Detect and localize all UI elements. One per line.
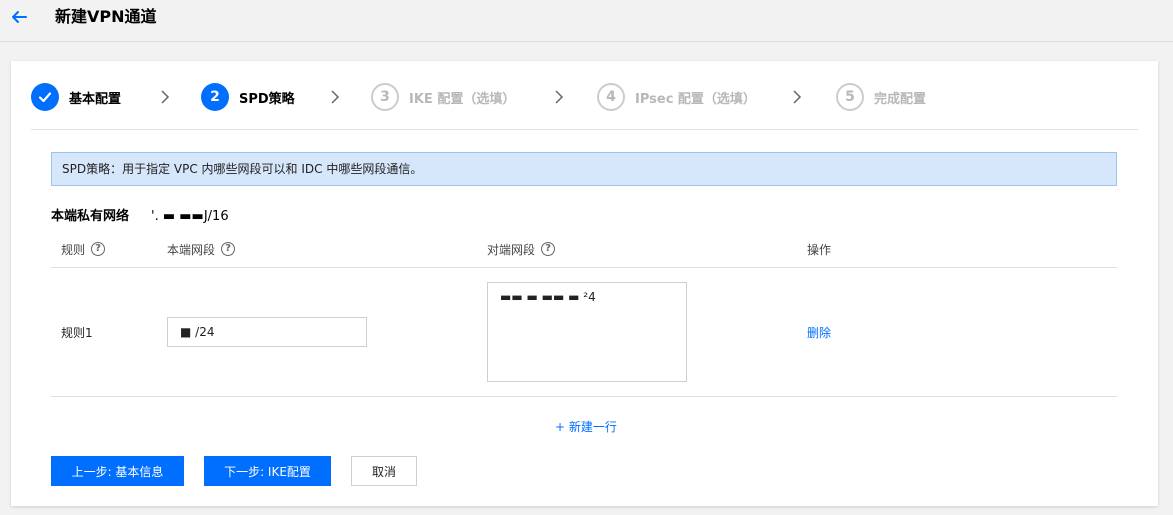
local-vpc-label: 本端私有网络 <box>51 209 130 224</box>
local-cidr-input[interactable]: ■ /24 <box>167 317 367 347</box>
next-step-button[interactable]: 下一步: IKE配置 <box>204 456 331 486</box>
local-vpc-row: 本端私有网络 '. ▬ ▬▬J/16 <box>51 208 229 226</box>
header-remote-label: 对端网段 <box>487 242 536 257</box>
back-arrow-icon[interactable] <box>10 8 28 26</box>
chevron-right-icon <box>161 90 170 104</box>
help-icon[interactable]: ? <box>91 242 106 256</box>
table-header: 规则 ? 本端网段 ? 对端网段 ? 操作 <box>51 237 1117 268</box>
page-title: 新建VPN通道 <box>55 7 157 26</box>
header-action: 操作 <box>807 239 831 259</box>
local-vpc-value: '. ▬ ▬▬J/16 <box>151 209 229 224</box>
header-local-label: 本端网段 <box>167 242 216 257</box>
divider <box>31 129 1138 130</box>
prev-step-button[interactable]: 上一步: 基本信息 <box>51 456 184 486</box>
chevron-right-icon <box>555 90 564 104</box>
step-label: 完成配置 <box>874 91 927 107</box>
chevron-right-icon <box>331 90 340 104</box>
header-remote-cidr: 对端网段 ? <box>487 239 556 259</box>
step-basic-config[interactable]: 基本配置 <box>31 83 121 111</box>
help-icon[interactable]: ? <box>221 242 236 256</box>
cancel-button[interactable]: 取消 <box>351 456 417 486</box>
step-number: 5 <box>836 83 864 111</box>
step-number: 4 <box>597 83 625 111</box>
step-number: 2 <box>201 83 229 111</box>
table-row: 规则1 ■ /24 ▬▬ ▬ ▬▬ ▬ ²4 删除 <box>51 268 1117 397</box>
delete-rule-link[interactable]: 删除 <box>807 324 831 341</box>
main-card: 基本配置 2 SPD策略 3 IKE 配置（选填） 4 IPsec 配置（选填）… <box>11 61 1158 506</box>
header-local-cidr: 本端网段 ? <box>167 239 236 259</box>
step-label: IKE 配置（选填） <box>409 91 516 107</box>
step-label: SPD策略 <box>239 91 295 107</box>
header-rule: 规则 ? <box>61 239 106 259</box>
step-label: 基本配置 <box>69 91 122 107</box>
top-bar: 新建VPN通道 <box>0 0 1173 42</box>
rule-name: 规则1 <box>61 326 93 340</box>
step-ike-config[interactable]: 3 IKE 配置（选填） <box>371 83 515 111</box>
info-notice: SPD策略：用于指定 VPC 内哪些网段可以和 IDC 中哪些网段通信。 <box>51 152 1117 186</box>
check-icon <box>31 83 59 111</box>
step-number: 3 <box>371 83 399 111</box>
step-label: IPsec 配置（选填） <box>635 91 756 107</box>
help-icon[interactable]: ? <box>541 242 556 256</box>
remote-cidr-textarea[interactable]: ▬▬ ▬ ▬▬ ▬ ²4 <box>487 282 687 382</box>
chevron-right-icon <box>793 90 802 104</box>
step-ipsec-config[interactable]: 4 IPsec 配置（选填） <box>597 83 756 111</box>
add-row-link[interactable]: + 新建一行 <box>555 418 617 435</box>
step-complete-config[interactable]: 5 完成配置 <box>836 83 926 111</box>
stepper: 基本配置 2 SPD策略 3 IKE 配置（选填） 4 IPsec 配置（选填）… <box>31 83 1141 111</box>
header-action-label: 操作 <box>807 242 832 257</box>
header-rule-label: 规则 <box>61 242 86 257</box>
step-spd-policy[interactable]: 2 SPD策略 <box>201 83 295 111</box>
